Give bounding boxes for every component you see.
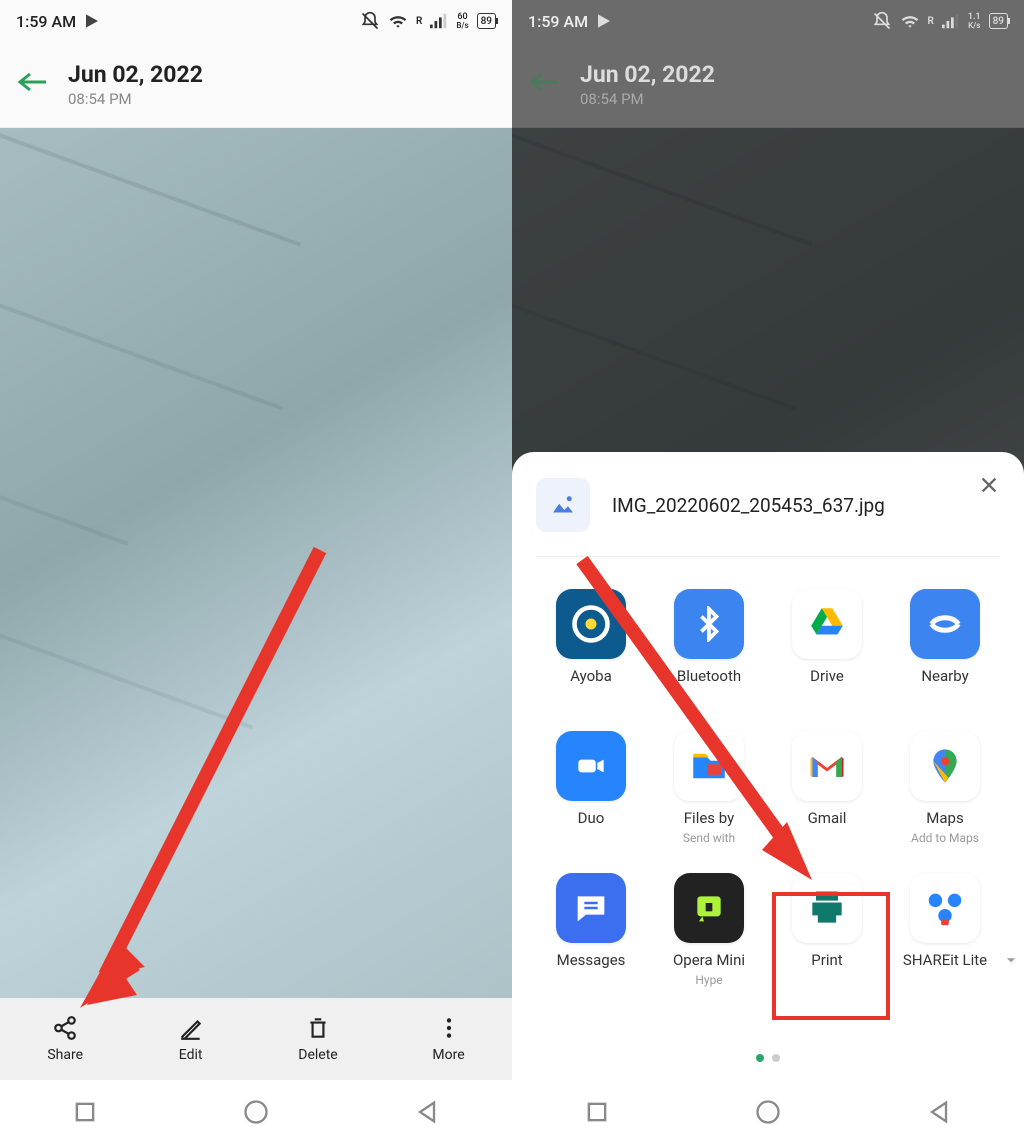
bluetooth-icon (691, 606, 727, 642)
header-time: 08:54 PM (580, 90, 715, 108)
print-icon (805, 886, 849, 930)
play-icon (596, 13, 612, 29)
edit-button[interactable]: Edit (178, 1015, 204, 1063)
app-files[interactable]: Files bySend with (654, 731, 764, 845)
signal-bars-icon (430, 13, 448, 29)
app-duo[interactable]: Duo (536, 731, 646, 845)
app-header: Jun 02, 2022 08:54 PM (0, 42, 512, 128)
signal-r: R (928, 16, 934, 27)
back-button[interactable] (528, 68, 560, 101)
app-drive[interactable]: Drive (772, 589, 882, 703)
page-dot-2[interactable] (772, 1054, 780, 1062)
edit-icon (178, 1015, 204, 1041)
image-icon (548, 490, 578, 520)
file-name: IMG_20220602_205453_637.jpg (612, 494, 885, 517)
nav-back-button[interactable] (413, 1098, 441, 1126)
nearby-icon (925, 604, 965, 644)
action-bar: Share Edit Delete More (0, 998, 512, 1080)
header-date: Jun 02, 2022 (68, 61, 203, 88)
page-dot-1[interactable] (756, 1054, 764, 1062)
header-time: 08:54 PM (68, 90, 203, 108)
phone-right: 1:59 AM R 1.1K/s 89 Jun 02, 2022 08:54 P… (512, 0, 1024, 1144)
nav-back-button[interactable] (925, 1098, 953, 1126)
back-button[interactable] (16, 68, 48, 101)
files-icon (688, 745, 730, 787)
chevron-down-icon[interactable] (1004, 953, 1018, 967)
opera-icon (689, 888, 729, 928)
nav-home-button[interactable] (242, 1098, 270, 1126)
status-time: 1:59 AM (528, 12, 588, 31)
battery-indicator: 89 (989, 13, 1008, 29)
messages-icon (571, 888, 611, 928)
battery-indicator: 89 (477, 13, 496, 29)
status-data-rate: 1.1K/s (968, 13, 981, 30)
maps-icon (925, 746, 965, 786)
share-button[interactable]: Share (47, 1015, 83, 1063)
delete-button[interactable]: Delete (298, 1015, 337, 1063)
bell-off-icon (872, 11, 892, 31)
photo-view[interactable] (0, 128, 512, 1144)
drive-icon (806, 603, 848, 645)
app-shareit[interactable]: SHAREit Lite (890, 873, 1000, 987)
app-messages[interactable]: Messages (536, 873, 646, 987)
status-bar: 1:59 AM R 1.1K/s 89 (512, 0, 1024, 42)
share-icon (52, 1015, 78, 1041)
app-opera-mini[interactable]: Opera MiniHype (654, 873, 764, 987)
duo-icon (572, 747, 610, 785)
app-grid: Ayoba Bluetooth Drive Nearby Duo Files b… (536, 589, 1000, 987)
delete-icon (305, 1015, 331, 1041)
file-thumbnail (536, 478, 590, 532)
status-time: 1:59 AM (16, 12, 76, 31)
app-bluetooth[interactable]: Bluetooth (654, 589, 764, 703)
file-header: IMG_20220602_205453_637.jpg (536, 478, 1000, 557)
shareit-icon (922, 885, 968, 931)
app-gmail[interactable]: Gmail (772, 731, 882, 845)
play-icon (84, 13, 100, 29)
nav-bar (512, 1080, 1024, 1144)
nav-recent-button[interactable] (71, 1098, 99, 1126)
ayoba-icon (569, 602, 613, 646)
more-icon (436, 1015, 462, 1041)
close-button[interactable] (978, 474, 1000, 502)
signal-r: R (416, 16, 422, 27)
bell-off-icon (360, 11, 380, 31)
signal-bars-icon (942, 13, 960, 29)
app-maps[interactable]: MapsAdd to Maps (890, 731, 1000, 845)
gmail-icon (805, 744, 849, 788)
app-header: Jun 02, 2022 08:54 PM (512, 42, 1024, 128)
status-data-rate: 60B/s (456, 13, 468, 30)
status-bar: 1:59 AM R 60B/s 89 (0, 0, 512, 42)
nav-home-button[interactable] (754, 1098, 782, 1126)
phone-left: 1:59 AM R 60B/s 89 Jun 02, 2022 08:54 PM… (0, 0, 512, 1144)
wifi-icon (388, 12, 408, 30)
header-date: Jun 02, 2022 (580, 61, 715, 88)
nav-bar (0, 1080, 512, 1144)
page-indicator (512, 1054, 1024, 1062)
app-nearby[interactable]: Nearby (890, 589, 1000, 703)
app-ayoba[interactable]: Ayoba (536, 589, 646, 703)
wifi-icon (900, 12, 920, 30)
app-print[interactable]: Print (772, 873, 882, 987)
share-sheet: IMG_20220602_205453_637.jpg Ayoba Blueto… (512, 452, 1024, 1080)
nav-recent-button[interactable] (583, 1098, 611, 1126)
more-button[interactable]: More (432, 1015, 464, 1063)
